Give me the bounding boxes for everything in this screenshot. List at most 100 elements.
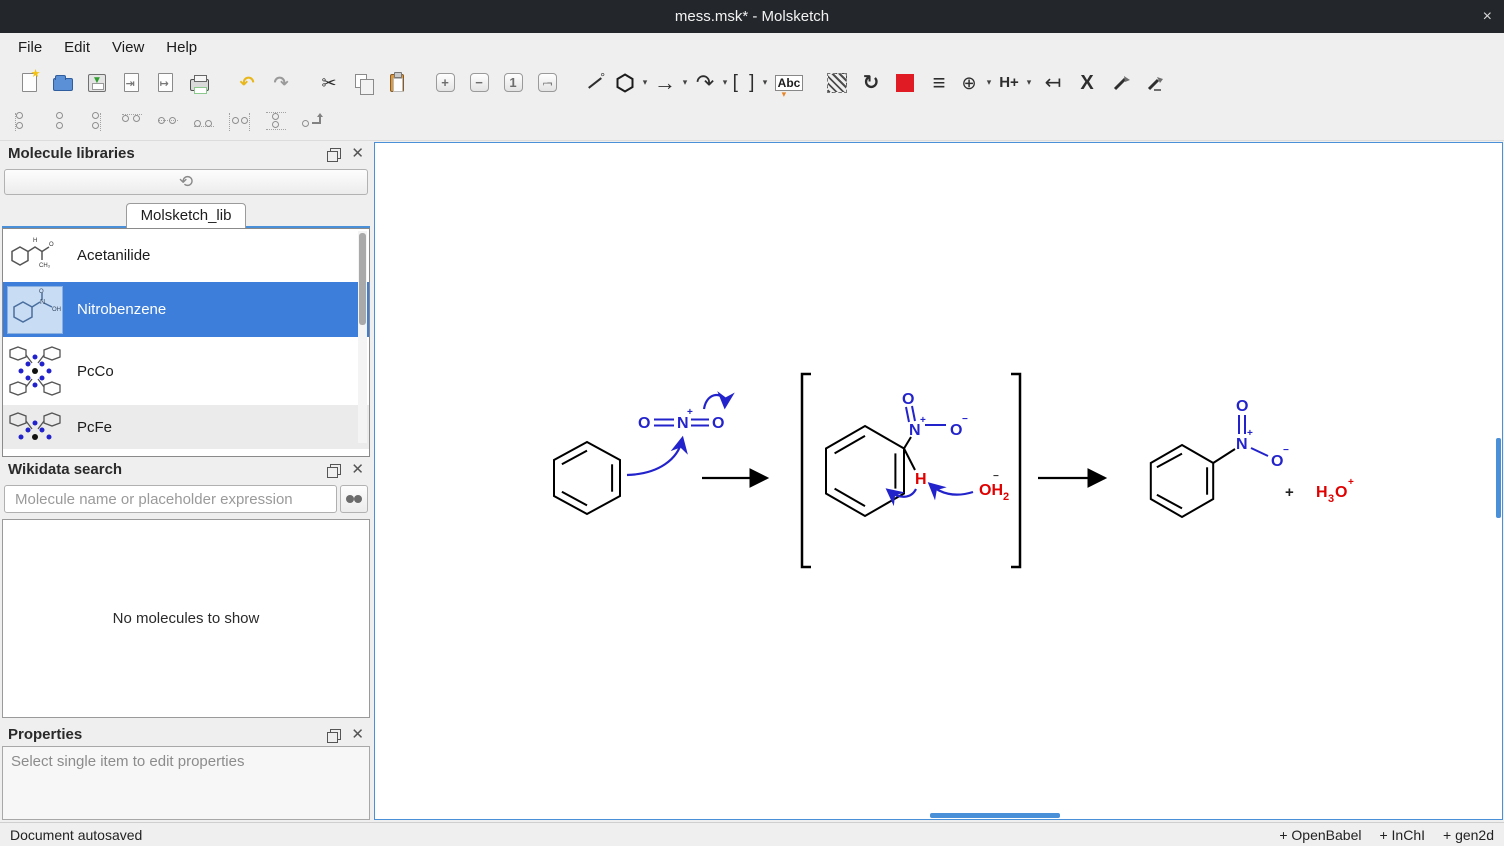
align-left-button[interactable] bbox=[12, 112, 36, 132]
distribute-horizontal-button[interactable] bbox=[228, 112, 252, 132]
distribute-vertical-button[interactable] bbox=[264, 112, 288, 132]
list-item-pcco[interactable]: PcCo bbox=[3, 337, 369, 405]
tab-molsketch-lib[interactable]: Molsketch_lib bbox=[126, 203, 247, 228]
reactant-benzene[interactable] bbox=[554, 442, 620, 514]
window-close-button[interactable]: × bbox=[1483, 0, 1492, 33]
window-title: mess.msk* - Molsketch bbox=[675, 8, 829, 25]
undo-button[interactable]: ↶ bbox=[230, 67, 264, 99]
charge-button[interactable]: ⊕ bbox=[956, 67, 982, 99]
ring-tool-button[interactable] bbox=[612, 67, 638, 99]
list-item-label: Acetanilide bbox=[77, 247, 150, 264]
text-tool-button[interactable]: Abc bbox=[772, 67, 806, 99]
flip-rotate-button[interactable] bbox=[300, 112, 324, 132]
draw-bond-button[interactable] bbox=[578, 67, 612, 99]
export-button[interactable]: ↦ bbox=[148, 67, 182, 99]
nitronium-ion[interactable]: O N + O bbox=[638, 395, 725, 432]
flip-arrow-icon bbox=[311, 113, 323, 125]
zoom-out-button[interactable]: − bbox=[462, 67, 496, 99]
zoom-fit-button[interactable]: ⌐¬ bbox=[530, 67, 564, 99]
copy-button[interactable] bbox=[346, 67, 380, 99]
libraries-float-button[interactable] bbox=[330, 148, 341, 159]
reaction-scheme: O N + O bbox=[375, 143, 1500, 818]
wikidata-search-button[interactable] bbox=[340, 485, 368, 513]
electron-pair-arrow-rearomatize[interactable] bbox=[889, 489, 916, 497]
refresh-libraries-button[interactable]: ⟲ bbox=[4, 169, 368, 195]
print-button[interactable] bbox=[182, 67, 216, 99]
cut-button[interactable]: ✂ bbox=[312, 67, 346, 99]
svg-text:H: H bbox=[915, 471, 927, 488]
properties-float-button[interactable] bbox=[330, 729, 341, 740]
hydronium-ion[interactable]: H 3 O + bbox=[1316, 477, 1354, 505]
menu-edit[interactable]: Edit bbox=[54, 36, 102, 59]
paste-button[interactable] bbox=[380, 67, 414, 99]
left-dock: Molecule libraries ✕ ⟲ Molsketch_lib bbox=[0, 141, 372, 822]
bond-icon bbox=[585, 73, 605, 93]
svg-text:−: − bbox=[993, 471, 999, 482]
electron-pair-arrow-attack[interactable] bbox=[627, 440, 682, 475]
library-scrollbar[interactable] bbox=[358, 231, 367, 443]
align-right-button[interactable] bbox=[84, 112, 108, 132]
wikidata-panel-header: Wikidata search ✕ bbox=[0, 457, 372, 481]
wikidata-float-button[interactable] bbox=[330, 464, 341, 475]
nitrobenzene-product[interactable]: N + O O − bbox=[1151, 398, 1289, 517]
wikidata-close-button[interactable]: ✕ bbox=[351, 460, 364, 478]
hydroxide[interactable]: OH 2 − bbox=[931, 471, 1009, 503]
mechanism-tool-alt-button[interactable] bbox=[1138, 67, 1172, 99]
hydrogen-remove-button[interactable]: ↤ bbox=[1036, 67, 1070, 99]
zoom-in-button[interactable]: + bbox=[428, 67, 462, 99]
menu-help[interactable]: Help bbox=[156, 36, 209, 59]
properties-panel: Properties ✕ Select single item to edit … bbox=[0, 722, 372, 822]
new-document-button[interactable] bbox=[12, 67, 46, 99]
electron-pair-arrow-deprotonate[interactable] bbox=[931, 485, 973, 495]
menu-view[interactable]: View bbox=[102, 36, 156, 59]
list-item-label: PcFe bbox=[77, 419, 112, 436]
redo-button[interactable]: ↷ bbox=[264, 67, 298, 99]
scrollbar-thumb[interactable] bbox=[359, 233, 366, 325]
molecule-thumbnail: N O OH bbox=[7, 286, 63, 334]
hydrogen-add-button[interactable]: H+ bbox=[996, 67, 1022, 99]
import-button[interactable]: ⇥ bbox=[114, 67, 148, 99]
align-center-vertical-button[interactable] bbox=[48, 112, 72, 132]
svg-text:O: O bbox=[39, 289, 44, 295]
canvas-vertical-scrollbar[interactable] bbox=[1496, 438, 1501, 518]
properties-panel-header: Properties ✕ bbox=[0, 722, 372, 746]
list-item-nitrobenzene[interactable]: N O OH Nitrobenzene bbox=[3, 282, 369, 337]
selection-mode-button[interactable] bbox=[820, 67, 854, 99]
arenium-intermediate[interactable]: N + O O − H bbox=[826, 391, 968, 516]
align-middle-button[interactable] bbox=[156, 112, 180, 132]
list-item-acetanilide[interactable]: H O CH₃ Acetanilide bbox=[3, 229, 369, 282]
reaction-arrow-button[interactable]: → bbox=[652, 67, 678, 99]
align-top-button[interactable] bbox=[120, 112, 144, 132]
menu-bar: File Edit View Help bbox=[0, 33, 1504, 62]
list-item-pcfe[interactable]: PcFe bbox=[3, 405, 369, 449]
svg-text:3: 3 bbox=[1328, 493, 1334, 505]
brackets-dropdown[interactable]: ▾ bbox=[758, 77, 772, 88]
canvas-horizontal-scrollbar[interactable] bbox=[930, 813, 1060, 818]
molecule-thumbnail: H O CH₃ bbox=[7, 232, 63, 280]
arrow-dropdown[interactable]: ▾ bbox=[678, 77, 692, 88]
hydrogen-dropdown[interactable]: ▾ bbox=[1022, 77, 1036, 88]
rotate-button[interactable]: ↻ bbox=[854, 67, 888, 99]
open-button[interactable] bbox=[46, 67, 80, 99]
align-bottom-button[interactable] bbox=[192, 112, 216, 132]
drawing-canvas[interactable]: O N + O bbox=[374, 142, 1503, 820]
properties-close-button[interactable]: ✕ bbox=[351, 725, 364, 743]
electron-pair-arrow-hook[interactable] bbox=[704, 395, 725, 409]
color-button[interactable] bbox=[888, 67, 922, 99]
menu-file[interactable]: File bbox=[8, 36, 54, 59]
zoom-reset-button[interactable]: 1 bbox=[496, 67, 530, 99]
mechanism-tool-button[interactable] bbox=[1104, 67, 1138, 99]
ring-dropdown[interactable]: ▾ bbox=[638, 77, 652, 88]
save-button[interactable] bbox=[80, 67, 114, 99]
svg-text:O: O bbox=[712, 415, 724, 432]
brackets-button[interactable]: [ ] bbox=[732, 67, 758, 99]
curved-arrow-button[interactable]: ↷ bbox=[692, 67, 718, 99]
mechanism-arrow-icon bbox=[1111, 73, 1131, 93]
delete-button[interactable]: X bbox=[1070, 67, 1104, 99]
line-width-button[interactable]: ≡ bbox=[922, 67, 956, 99]
delete-icon: X bbox=[1080, 73, 1093, 93]
wikidata-search-input[interactable] bbox=[4, 485, 337, 513]
libraries-close-button[interactable]: ✕ bbox=[351, 144, 364, 162]
curved-arrow-dropdown[interactable]: ▾ bbox=[718, 77, 732, 88]
charge-dropdown[interactable]: ▾ bbox=[982, 77, 996, 88]
